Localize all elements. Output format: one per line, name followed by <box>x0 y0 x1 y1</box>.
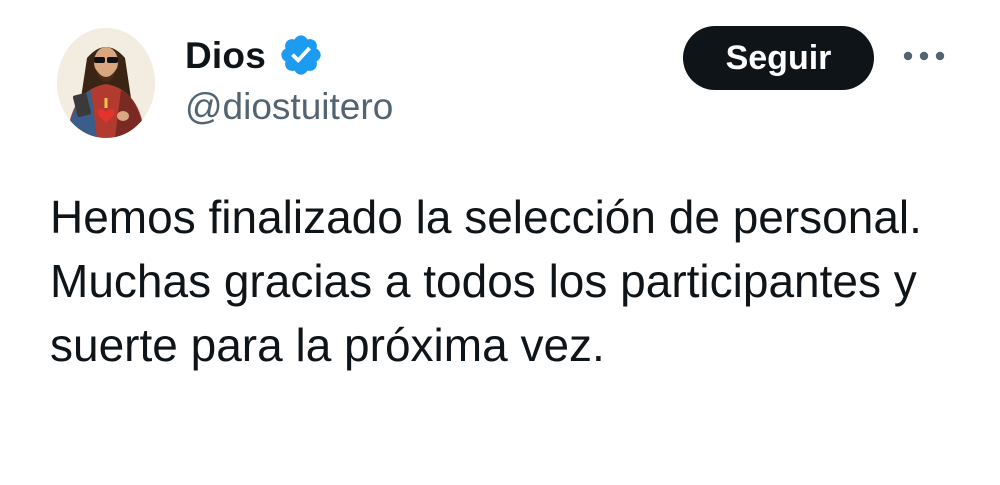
author-avatar[interactable] <box>57 28 155 138</box>
sacred-heart-jesus-avatar-icon <box>57 28 155 138</box>
tweet-card: Dios @diostuitero Seguir Hemos finalizad… <box>0 0 1000 485</box>
verified-badge-icon[interactable] <box>278 32 324 78</box>
tweet-text: Hemos finalizado la selección de persona… <box>50 191 922 371</box>
more-options-icon[interactable] <box>900 46 948 66</box>
author-name-row: Dios <box>185 30 324 80</box>
follow-button[interactable]: Seguir <box>683 26 874 90</box>
author-display-name[interactable]: Dios <box>185 37 266 74</box>
author-handle[interactable]: @diostuitero <box>185 88 393 125</box>
